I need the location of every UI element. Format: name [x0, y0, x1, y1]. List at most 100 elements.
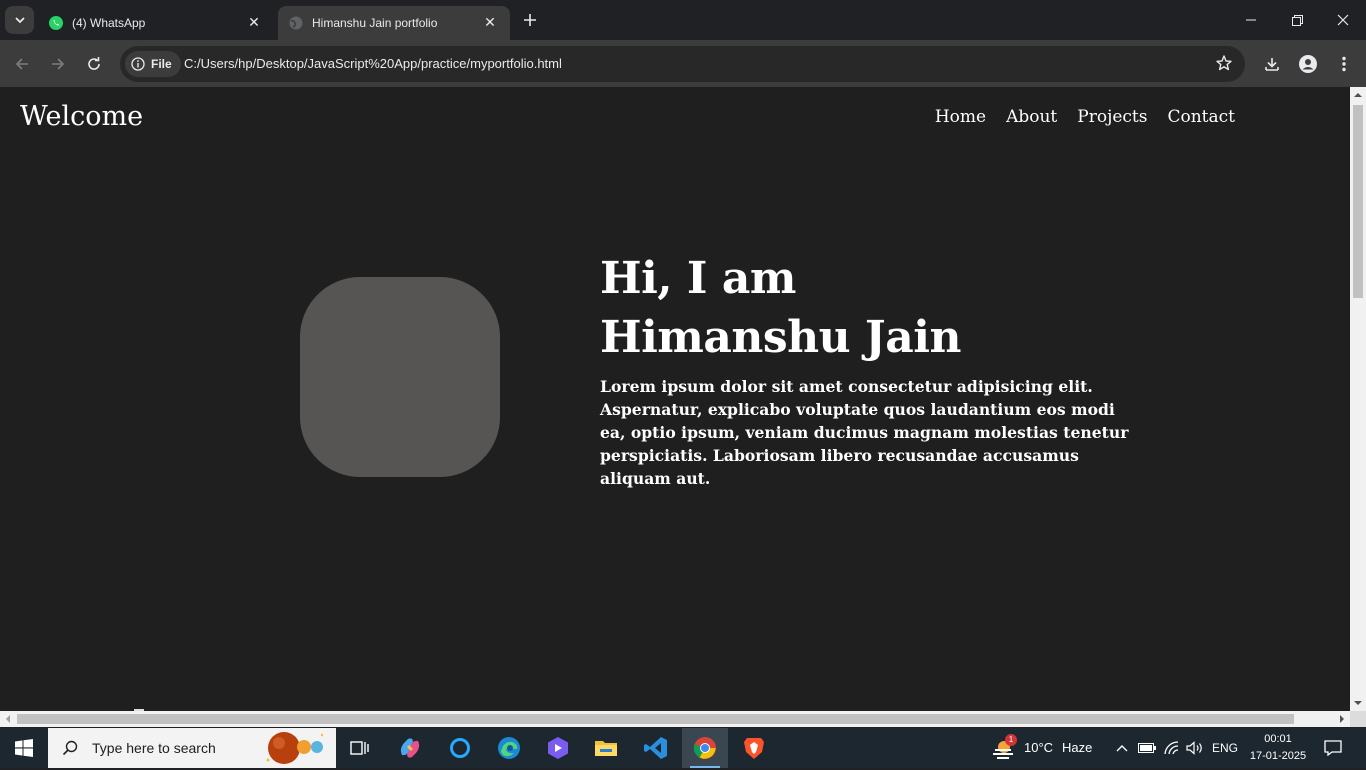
weather-condition[interactable]: Haze [1062, 740, 1092, 755]
taskbar-chrome[interactable] [682, 728, 728, 768]
restore-icon [1291, 14, 1303, 26]
reload-icon [88, 57, 100, 70]
nav-contact[interactable]: Contact [1167, 107, 1235, 127]
show-hidden-icons-button[interactable] [1112, 728, 1132, 768]
taskbar-cortana[interactable] [438, 728, 482, 768]
restore-button[interactable] [1274, 0, 1320, 40]
battery-indicator[interactable] [1136, 728, 1158, 768]
cortana-icon [450, 738, 470, 758]
scroll-down-arrow-icon[interactable] [1350, 695, 1366, 711]
profile-icon [1299, 55, 1317, 73]
downloads-button[interactable] [1257, 49, 1287, 79]
close-icon [1337, 14, 1349, 26]
clock-date: 17-01-2025 [1249, 750, 1307, 762]
info-icon [131, 57, 145, 71]
hero-section: Hi, I am Himanshu Jain Lorem ipsum dolor… [600, 249, 1145, 490]
tab-portfolio[interactable]: Himanshu Jain portfolio ✕ [278, 6, 510, 40]
taskbar-copilot[interactable] [388, 728, 432, 768]
taskbar-edge[interactable] [487, 728, 531, 768]
close-window-button[interactable] [1320, 0, 1366, 40]
task-view-icon [350, 741, 369, 755]
nav-about[interactable]: About [1006, 107, 1057, 127]
notification-center-button[interactable] [1316, 728, 1350, 768]
windows-taskbar: Type here to search 1 10°C Haze ENG 00:0… [0, 728, 1366, 768]
copilot-icon [400, 738, 420, 758]
close-tab-icon[interactable]: ✕ [480, 13, 500, 33]
close-tab-icon[interactable]: ✕ [244, 13, 264, 33]
download-icon [1265, 58, 1279, 71]
new-tab-button[interactable] [518, 8, 542, 32]
scroll-left-arrow-icon[interactable] [0, 711, 16, 727]
vscode-icon [644, 737, 667, 759]
minimize-button[interactable] [1228, 0, 1274, 40]
chevron-up-icon [1116, 745, 1128, 752]
hero-heading-line1: Hi, I am [600, 253, 796, 304]
network-indicator[interactable] [1161, 728, 1183, 768]
forward-button[interactable] [43, 49, 73, 79]
weather-badge: 1 [1005, 734, 1017, 746]
taskbar-clipchamp[interactable] [536, 728, 580, 768]
task-view-button[interactable] [338, 728, 382, 768]
weather-haze-icon: 1 [991, 734, 1017, 760]
windows-logo-icon [15, 739, 33, 757]
vertical-scrollbar[interactable] [1350, 87, 1366, 711]
start-button[interactable] [0, 728, 48, 768]
scrollbar-corner [1350, 711, 1366, 727]
taskbar-search[interactable]: Type here to search [48, 728, 336, 768]
speaker-icon [1186, 741, 1202, 755]
minimize-icon [1246, 19, 1256, 21]
wifi-icon [1164, 741, 1179, 755]
scroll-right-arrow-icon[interactable] [1334, 711, 1350, 727]
clock-time: 00:01 [1264, 733, 1292, 745]
arrow-left-icon [15, 58, 28, 70]
input-language[interactable]: ENG [1212, 741, 1238, 755]
tab-strip: (4) WhatsApp ✕ Himanshu Jain portfolio ✕ [0, 0, 1366, 40]
horizontal-scroll-thumb[interactable] [17, 714, 1294, 724]
search-highlight-icon [264, 730, 330, 766]
hero-description: Lorem ipsum dolor sit amet consectetur a… [600, 377, 1129, 488]
taskbar-brave[interactable] [731, 728, 777, 768]
volume-indicator[interactable] [1184, 728, 1206, 768]
notification-icon [1324, 740, 1342, 756]
edge-icon [498, 737, 520, 759]
reload-button[interactable] [79, 49, 109, 79]
weather-widget[interactable]: 1 [986, 728, 1022, 768]
page-viewport: Welcome Home About Projects Contact Hi, … [0, 87, 1350, 711]
search-placeholder: Type here to search [92, 740, 216, 756]
taskbar-file-explorer[interactable] [584, 728, 628, 768]
plus-icon [524, 14, 536, 26]
horizontal-scrollbar[interactable] [0, 711, 1350, 727]
profile-button[interactable] [1293, 49, 1323, 79]
chrome-icon [693, 737, 716, 759]
hero-heading: Hi, I am Himanshu Jain [600, 249, 1145, 367]
nav-projects[interactable]: Projects [1077, 107, 1147, 127]
hero-heading-line2: Himanshu Jain [600, 312, 961, 363]
vertical-scroll-thumb[interactable] [1353, 105, 1363, 298]
search-icon [62, 740, 78, 756]
address-bar[interactable]: File C:/Users/hp/Desktop/JavaScript%20Ap… [120, 46, 1245, 82]
tab-title: (4) WhatsApp [72, 16, 146, 30]
folder-icon [595, 741, 617, 756]
tab-whatsapp[interactable]: (4) WhatsApp ✕ [38, 6, 274, 40]
globe-icon [288, 15, 304, 31]
url-text[interactable]: C:/Users/hp/Desktop/JavaScript%20App/pra… [184, 56, 562, 71]
site-brand: Welcome [20, 101, 144, 132]
weather-temperature[interactable]: 10°C [1024, 740, 1053, 755]
whatsapp-icon [48, 15, 64, 31]
battery-icon [1138, 743, 1156, 753]
tab-title: Himanshu Jain portfolio [312, 16, 438, 30]
bookmark-star-icon[interactable] [1215, 54, 1233, 76]
arrow-right-icon [52, 58, 65, 70]
back-button[interactable] [7, 49, 37, 79]
main-nav: Home About Projects Contact [935, 107, 1235, 127]
browser-toolbar: File C:/Users/hp/Desktop/JavaScript%20Ap… [0, 40, 1366, 87]
nav-home[interactable]: Home [935, 107, 986, 127]
brave-icon [744, 738, 764, 759]
taskbar-vscode[interactable] [633, 728, 679, 768]
chevron-down-icon [14, 17, 25, 24]
site-info-chip[interactable]: File [125, 51, 181, 77]
menu-button[interactable] [1329, 49, 1359, 79]
tab-search-button[interactable] [5, 6, 34, 34]
scroll-up-arrow-icon[interactable] [1350, 87, 1366, 103]
taskbar-clock[interactable]: 00:01 17-01-2025 [1243, 731, 1313, 765]
